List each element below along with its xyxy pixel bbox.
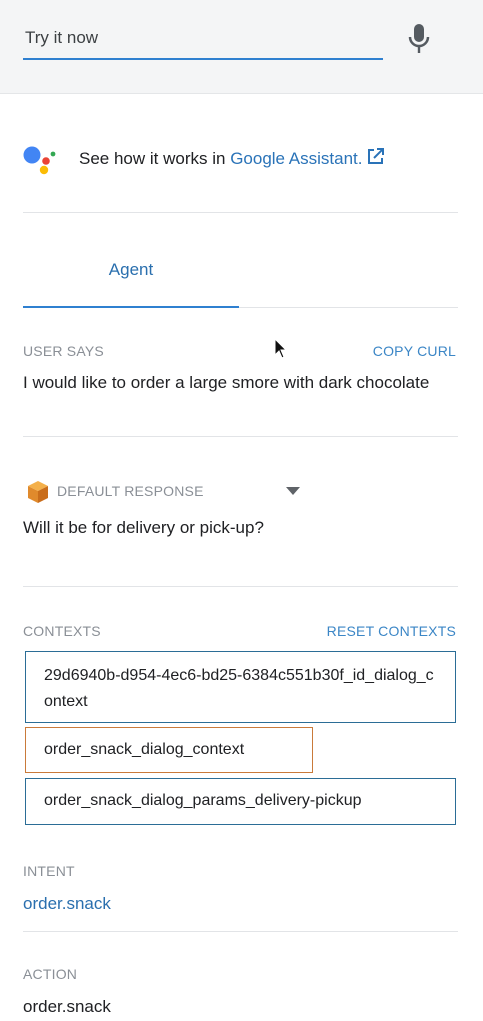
caret-down-icon[interactable] [286,487,300,495]
active-tab-indicator [23,306,239,308]
contexts-label: CONTEXTS [23,623,101,639]
context-chip[interactable]: order_snack_dialog_params_delivery-picku… [25,778,456,825]
microphone-icon[interactable] [406,22,432,56]
divider [23,436,458,437]
reset-contexts-button[interactable]: RESET CONTEXTS [327,623,456,639]
divider [23,586,458,587]
context-chip-highlighted[interactable]: order_snack_dialog_context [25,727,313,773]
mouse-cursor [274,338,288,359]
try-it-now-bar [0,0,483,94]
tab-agent[interactable]: Agent [23,250,239,308]
assistant-promo-prefix: See how it works in [79,149,226,168]
google-assistant-logo [23,146,56,175]
try-it-now-input[interactable] [23,24,383,60]
default-response-text: Will it be for delivery or pick-up? [23,518,264,537]
external-link-icon[interactable] [366,147,385,166]
default-response-label: DEFAULT RESPONSE [57,483,204,499]
divider [23,931,458,932]
assistant-promo-text: See how it works in Google Assistant. [79,147,385,169]
google-assistant-link[interactable]: Google Assistant. [230,149,362,168]
action-value: order.snack [23,997,111,1016]
context-chip[interactable]: 29d6940b-d954-4ec6-bd25-6384c551b30f_id_… [25,651,456,723]
user-says-text: I would like to order a large smore with… [23,373,430,392]
action-label: ACTION [23,966,78,982]
intent-link[interactable]: order.snack [23,894,111,914]
intent-label: INTENT [23,863,75,879]
dialogflow-cube-icon [28,481,48,503]
copy-curl-button[interactable]: COPY CURL [373,343,456,359]
user-says-label: USER SAYS [23,343,104,359]
assistant-promo: See how it works in Google Assistant. [23,140,458,180]
divider [23,212,458,213]
